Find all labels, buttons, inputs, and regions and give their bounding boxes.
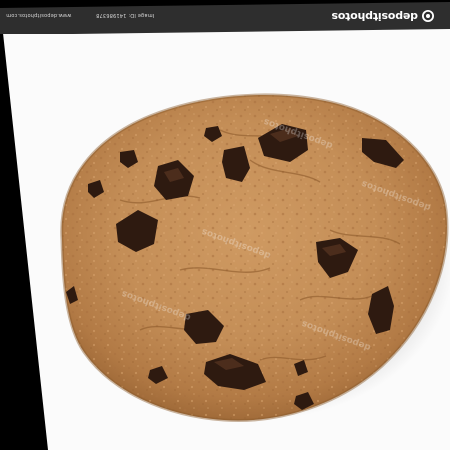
cookie-illustration: [60, 93, 450, 422]
brand: depositphotos: [332, 10, 434, 23]
brand-name: depositphotos: [331, 10, 418, 23]
depositphotos-logo-icon: [422, 10, 434, 23]
site-url: www.depositphotos.com: [6, 12, 72, 18]
image-id-label: Image ID: 141986378: [96, 12, 155, 18]
photo-stage: depositphotos depositphotos depositphoto…: [0, 0, 450, 450]
